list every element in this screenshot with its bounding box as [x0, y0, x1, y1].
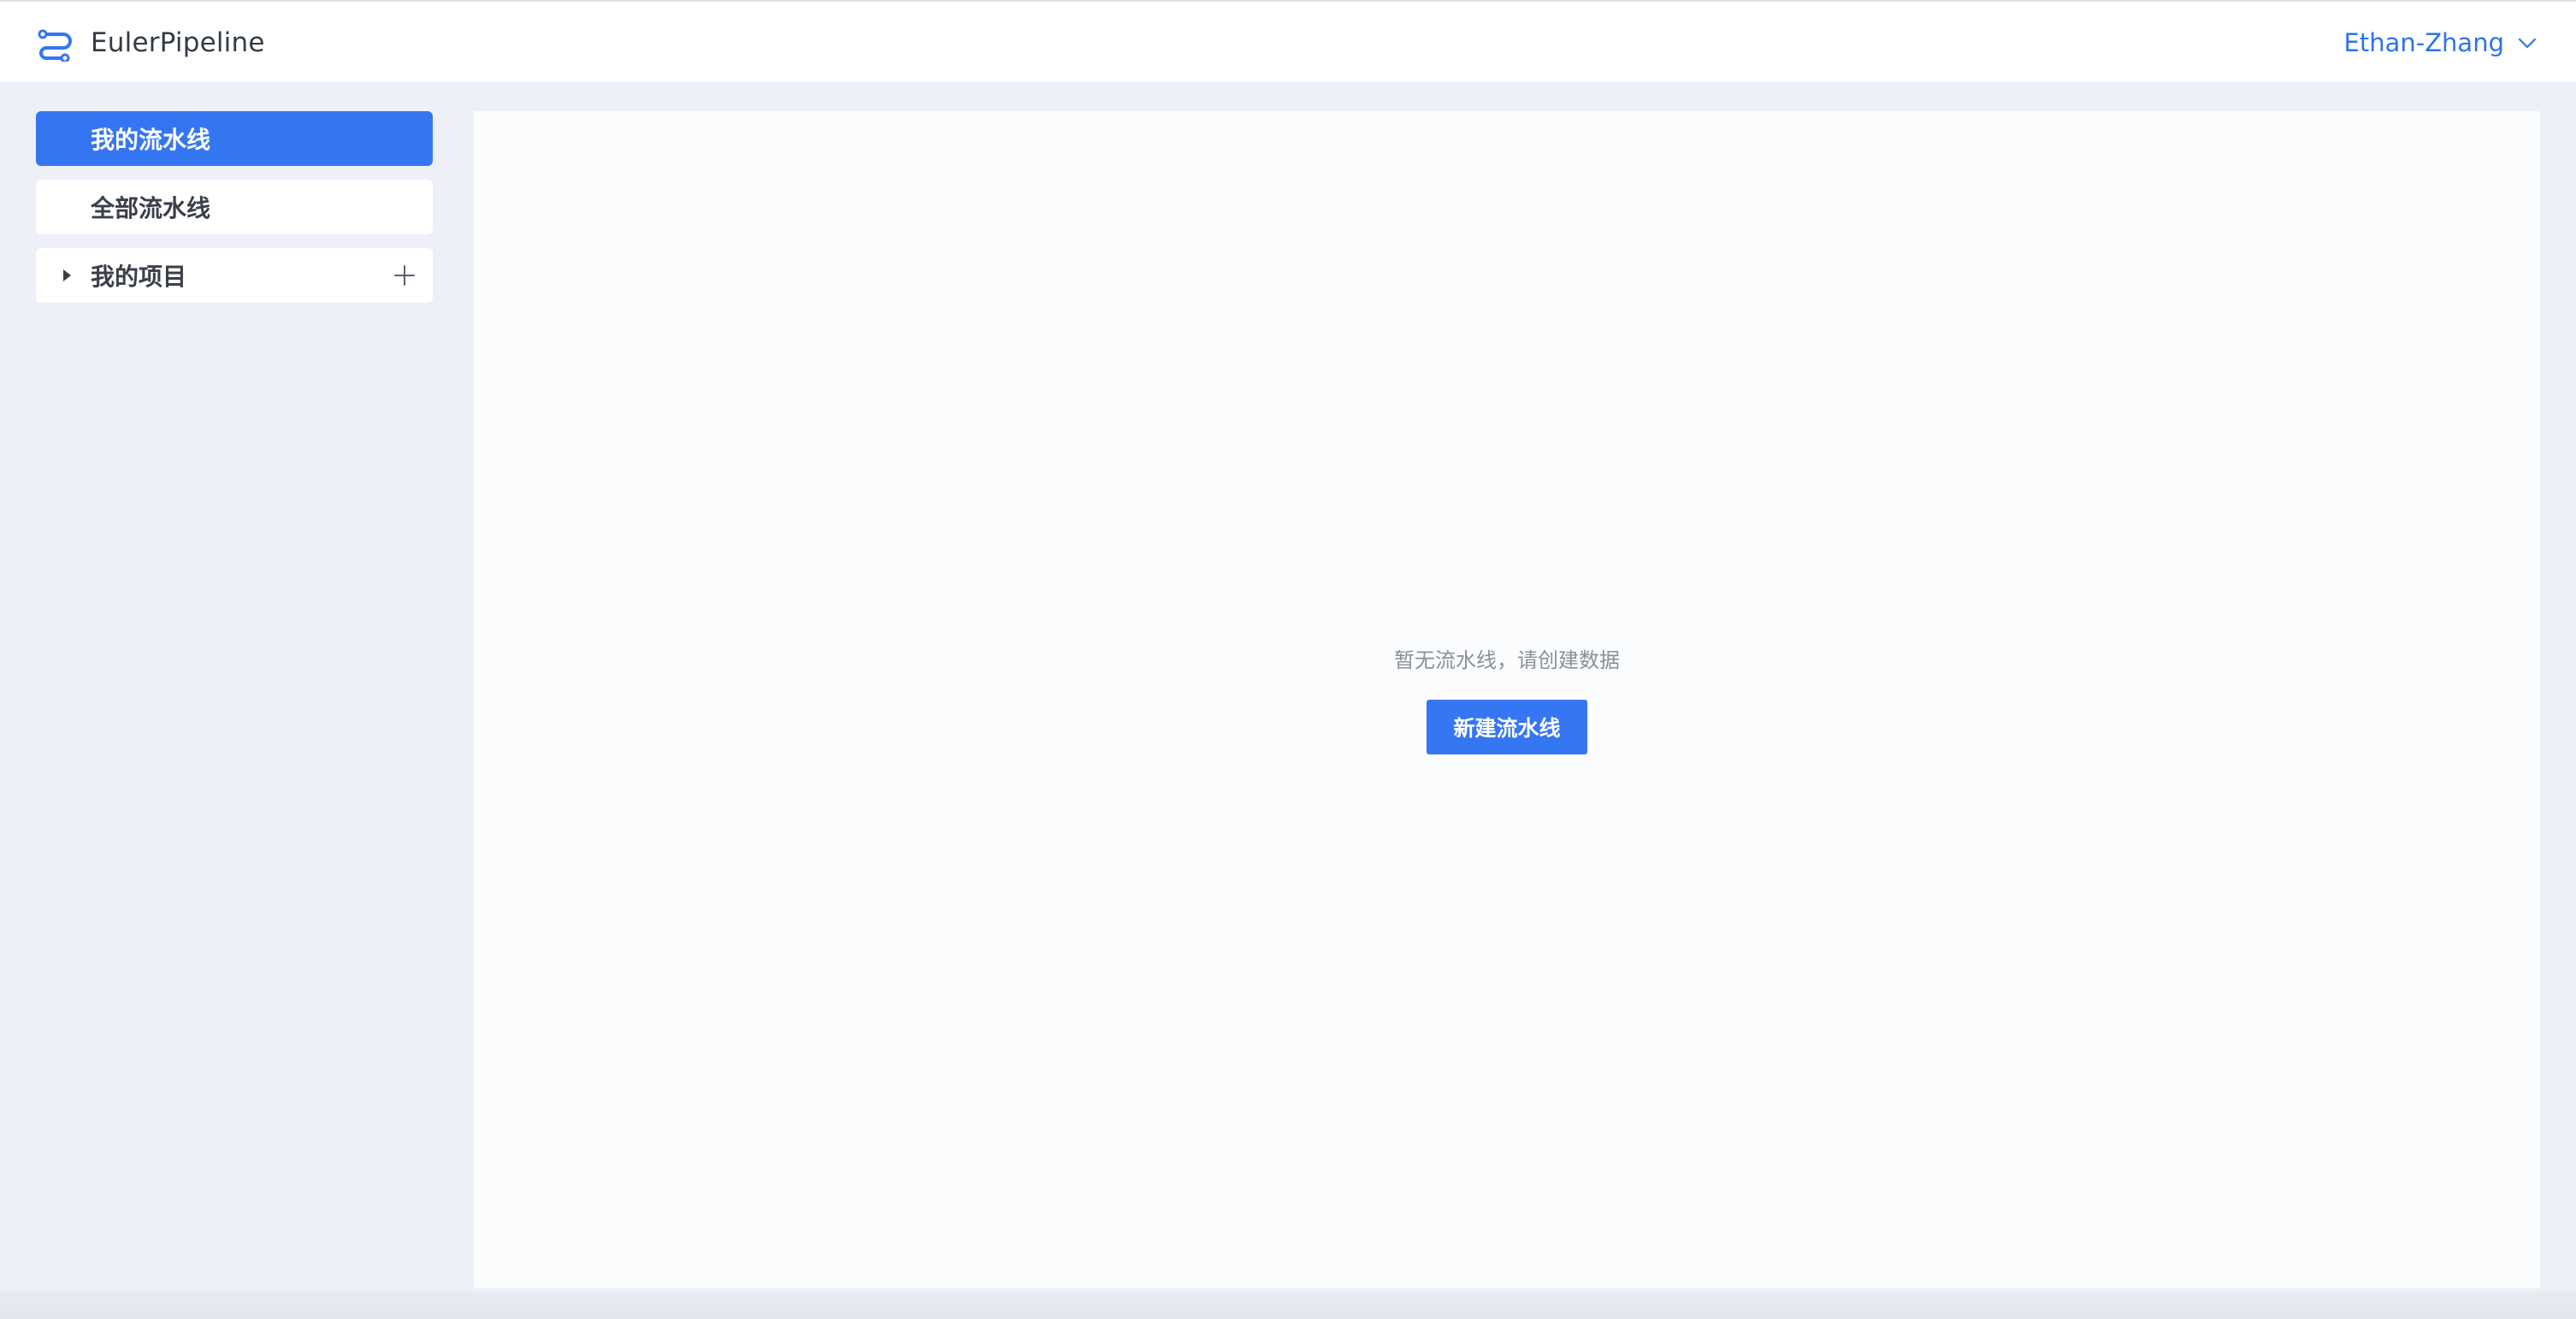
top-bar: EulerPipeline Ethan-Zhang [0, 0, 2576, 82]
create-pipeline-button[interactable]: 新建流水线 [1427, 700, 1587, 754]
chevron-down-icon[interactable] [2516, 32, 2538, 54]
sidebar-item-my-pipelines[interactable]: 我的流水线 [36, 111, 433, 166]
caret-right-icon[interactable] [58, 267, 75, 284]
sidebar-item-all-pipelines[interactable]: 全部流水线 [36, 180, 433, 234]
app-logo[interactable]: EulerPipeline [36, 23, 265, 62]
sidebar-item-label: 全部流水线 [91, 194, 211, 222]
sidebar-item-label: 我的项目 [91, 263, 187, 291]
sidebar-item-label: 我的流水线 [91, 126, 211, 154]
app-name: EulerPipeline [91, 27, 265, 58]
pipeline-logo-icon [38, 29, 72, 62]
sidebar: 我的流水线 全部流水线 我的项目 [36, 111, 433, 316]
bottom-edge-shadow [0, 1292, 2576, 1319]
app-window: EulerPipeline Ethan-Zhang 我的流水线 全部流水线 我的… [0, 0, 2576, 1319]
user-name[interactable]: Ethan-Zhang [2344, 28, 2505, 57]
sidebar-item-my-projects[interactable]: 我的项目 [36, 248, 433, 303]
main-content-panel: 暂无流水线，请创建数据 新建流水线 [474, 111, 2540, 1288]
empty-state-message: 暂无流水线，请创建数据 [1394, 648, 1620, 672]
user-menu[interactable]: Ethan-Zhang [2344, 26, 2539, 60]
plus-icon[interactable] [392, 263, 417, 288]
